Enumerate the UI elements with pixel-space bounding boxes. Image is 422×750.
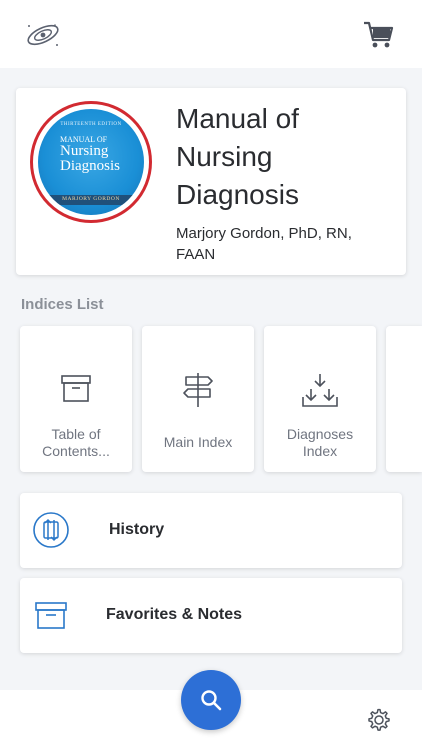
cover-line-3: Diagnosis	[60, 158, 120, 174]
download-tray-icon	[302, 374, 338, 407]
history-row[interactable]: History	[20, 493, 402, 568]
book-title: Manual of Nursing Diagnosis	[176, 103, 299, 210]
search-button[interactable]	[181, 670, 241, 730]
gear-icon[interactable]	[366, 707, 392, 733]
book-cover-ring: THIRTEENTH EDITION MANUAL OF Nursing Dia…	[30, 101, 152, 223]
cover-line-2: Nursing	[60, 143, 109, 159]
history-label: History	[109, 521, 165, 538]
cover-author: MARJORY GORDON	[62, 196, 120, 202]
favorites-notes-row[interactable]: Favorites & Notes	[20, 578, 402, 653]
archive-box-icon	[61, 375, 91, 402]
index-card-main-index[interactable]: Main Index	[142, 326, 254, 472]
indices-heading: Indices List	[21, 296, 104, 313]
history-swap-icon	[33, 512, 69, 548]
search-icon	[201, 690, 222, 711]
index-label-diagnoses-index: Diagnoses Index	[286, 426, 354, 459]
galaxy-logo-icon[interactable]	[24, 20, 62, 50]
signpost-icon	[183, 373, 213, 407]
index-card-table-of-contents[interactable]: Table of Contents...	[20, 326, 132, 472]
archive-box-icon	[35, 602, 67, 629]
shopping-cart-icon[interactable]	[362, 20, 394, 50]
index-label-table-of-contents: Table of Contents...	[42, 426, 110, 459]
index-card-diagnoses-index[interactable]: Diagnoses Index	[264, 326, 376, 472]
top-bar	[0, 0, 422, 68]
favorites-notes-label: Favorites & Notes	[106, 606, 243, 623]
index-label-main-index: Main Index	[163, 434, 233, 450]
book-author: Marjory Gordon, PhD, RN, FAAN	[176, 225, 352, 263]
index-card-partial[interactable]	[386, 326, 422, 472]
cover-edition: THIRTEENTH EDITION	[60, 122, 122, 127]
book-cover: THIRTEENTH EDITION MANUAL OF Nursing Dia…	[38, 109, 144, 215]
book-card[interactable]: THIRTEENTH EDITION MANUAL OF Nursing Dia…	[16, 88, 406, 275]
